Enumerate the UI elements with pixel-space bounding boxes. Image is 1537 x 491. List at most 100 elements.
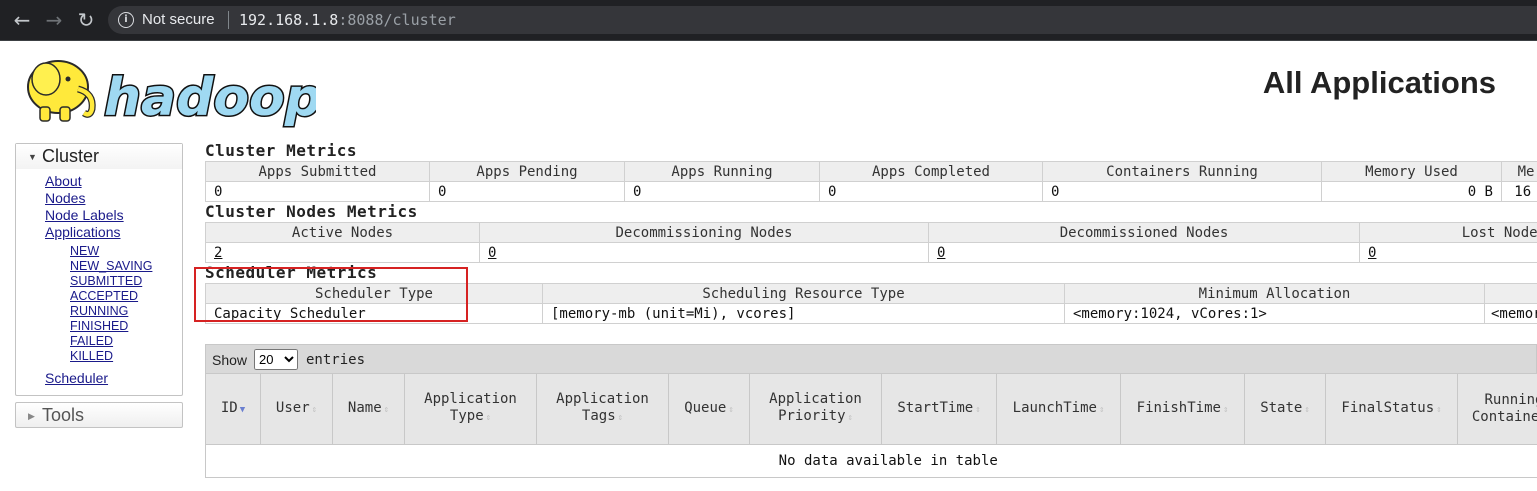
metric-value: <memory:1024, vCores:1> bbox=[1064, 303, 1485, 324]
sidebar-link-state[interactable]: ACCEPTED bbox=[70, 289, 182, 304]
app-state-list: NEW NEW_SAVING SUBMITTED ACCEPTED RUNNIN… bbox=[45, 244, 182, 364]
column-header-launchtime[interactable]: LaunchTime ⇕ bbox=[996, 373, 1121, 445]
sort-icon: ⇕ bbox=[485, 413, 492, 423]
sidebar-link-state[interactable]: KILLED bbox=[70, 349, 182, 364]
metric-value: <memor bbox=[1484, 303, 1537, 324]
sidebar-link-state[interactable]: NEW bbox=[70, 244, 182, 259]
tools-panel[interactable]: ▶ Tools bbox=[15, 402, 183, 428]
decommissioned-nodes-link[interactable]: 0 bbox=[937, 245, 945, 261]
sort-icon: ⇕ bbox=[728, 404, 734, 415]
metric-value: 16 G bbox=[1501, 181, 1537, 202]
arrow-left-icon[interactable]: ← bbox=[10, 8, 34, 32]
metric-value: 0 bbox=[429, 181, 625, 202]
page-title: All Applications bbox=[1262, 65, 1496, 100]
cluster-header[interactable]: ▼ Cluster bbox=[16, 144, 182, 169]
column-header-state[interactable]: State ⇕ bbox=[1244, 373, 1326, 445]
metric-header: Decommissioned Nodes bbox=[928, 222, 1360, 243]
active-nodes-link[interactable]: 2 bbox=[214, 245, 222, 261]
decommissioning-nodes-link[interactable]: 0 bbox=[488, 245, 496, 261]
security-label[interactable]: Not secure bbox=[142, 11, 215, 28]
column-header-queue[interactable]: Queue ⇕ bbox=[668, 373, 750, 445]
sidebar-link-state[interactable]: RUNNING bbox=[70, 304, 182, 319]
nodes-metrics-table: Active Nodes Decommissioning Nodes Decom… bbox=[205, 222, 1537, 263]
metric-cell: 0 bbox=[479, 242, 929, 263]
column-header-finishtime[interactable]: FinishTime ⇕ bbox=[1120, 373, 1245, 445]
empty-table-message: No data available in table bbox=[205, 444, 1537, 478]
sort-icon: ⇕ bbox=[1304, 404, 1310, 415]
entries-select[interactable]: 20 bbox=[254, 349, 298, 370]
url-text[interactable]: 192.168.1.8:8088/cluster bbox=[239, 11, 456, 29]
address-bar[interactable]: i Not secure 192.168.1.8:8088/cluster bbox=[108, 6, 1537, 34]
column-header-application-type[interactable]: Application Type ⇕ bbox=[404, 373, 537, 445]
caret-down-icon: ▼ bbox=[28, 151, 37, 162]
scheduler-metrics-table: Scheduler Type Scheduling Resource Type … bbox=[205, 283, 1537, 324]
entries-label: entries bbox=[306, 352, 366, 368]
sort-icon: ⇕ bbox=[1098, 404, 1105, 415]
table-length-bar: Show 20 entries bbox=[205, 344, 1537, 374]
sort-icon: ⇕ bbox=[1436, 404, 1442, 415]
sidebar-link-state[interactable]: FAILED bbox=[70, 334, 182, 349]
sidebar-link-applications[interactable]: Applications bbox=[45, 224, 182, 241]
sort-icon: ⇕ bbox=[383, 404, 390, 415]
metric-header: Decommissioning Nodes bbox=[479, 222, 929, 243]
metric-header: Active Nodes bbox=[205, 222, 480, 243]
sidebar-link-scheduler[interactable]: Scheduler bbox=[45, 370, 182, 387]
metric-value: 0 bbox=[819, 181, 1043, 202]
metric-header: Scheduling Resource Type bbox=[542, 283, 1065, 304]
metric-header: Memory Used bbox=[1321, 161, 1502, 182]
caret-right-icon: ▶ bbox=[28, 411, 35, 422]
metric-value: [memory-mb (unit=Mi), vcores] bbox=[542, 303, 1065, 324]
metric-header: Me bbox=[1501, 161, 1537, 182]
metric-cell: 2 bbox=[205, 242, 480, 263]
sidebar-link-about[interactable]: About bbox=[45, 173, 182, 190]
column-header-application-tags[interactable]: Application Tags ⇕ bbox=[536, 373, 669, 445]
sidebar-link-state[interactable]: FINISHED bbox=[70, 319, 182, 334]
sort-desc-icon: ▼ bbox=[239, 404, 246, 415]
sort-icon: ⇕ bbox=[617, 413, 624, 423]
metric-header bbox=[1484, 283, 1537, 304]
column-header-id[interactable]: ID ▼ bbox=[205, 373, 261, 445]
column-header-user[interactable]: User ⇕ bbox=[260, 373, 333, 445]
metric-value: 0 B bbox=[1321, 181, 1502, 202]
metric-value: Capacity Scheduler bbox=[205, 303, 543, 324]
nodes-metrics-title: Cluster Nodes Metrics bbox=[205, 202, 418, 221]
column-header-name[interactable]: Name ⇕ bbox=[332, 373, 405, 445]
info-icon[interactable]: i bbox=[118, 12, 134, 28]
metric-header: Minimum Allocation bbox=[1064, 283, 1485, 304]
page: hadoop All Applications ▼ Cluster About N… bbox=[0, 41, 1537, 491]
metric-value: 0 bbox=[624, 181, 820, 202]
column-header-finalstatus[interactable]: FinalStatus ⇕ bbox=[1325, 373, 1458, 445]
metric-header: Apps Submitted bbox=[205, 161, 430, 182]
sort-icon: ⇕ bbox=[1222, 404, 1229, 415]
cluster-metrics-title: Cluster Metrics bbox=[205, 141, 357, 160]
browser-toolbar: ← → ↻ i Not secure 192.168.1.8:8088/clus… bbox=[0, 0, 1537, 41]
metric-cell: 0 bbox=[928, 242, 1360, 263]
divider bbox=[228, 11, 229, 29]
metric-value: 0 bbox=[1042, 181, 1322, 202]
metrics-area: Cluster Metrics Apps Submitted Apps Pend… bbox=[205, 141, 1537, 324]
cluster-metrics-table: Apps Submitted Apps Pending Apps Running… bbox=[205, 161, 1537, 202]
lost-nodes-link[interactable]: 0 bbox=[1368, 245, 1376, 261]
metric-value: 0 bbox=[205, 181, 430, 202]
sort-icon: ⇕ bbox=[975, 404, 981, 415]
column-header-priority[interactable]: Application Priority ⇕ bbox=[749, 373, 882, 445]
scheduler-metrics-title: Scheduler Metrics bbox=[205, 263, 378, 282]
metric-header: Lost Nodes bbox=[1359, 222, 1537, 243]
column-header-starttime[interactable]: StartTime ⇕ bbox=[881, 373, 997, 445]
applications-table: ID ▼ User ⇕ Name ⇕ Application Type ⇕ Applic… bbox=[205, 373, 1537, 478]
metric-header: Scheduler Type bbox=[205, 283, 543, 304]
cluster-panel: ▼ Cluster About Nodes Node Labels Applica… bbox=[15, 143, 183, 396]
sidebar-link-state[interactable]: SUBMITTED bbox=[70, 274, 182, 289]
sidebar-link-nodes[interactable]: Nodes bbox=[45, 190, 182, 207]
sidebar-link-node-labels[interactable]: Node Labels bbox=[45, 207, 182, 224]
column-header-running-containers[interactable]: Running Containers bbox=[1457, 373, 1537, 445]
hadoop-logo[interactable]: hadoop bbox=[16, 49, 316, 129]
show-label: Show bbox=[212, 352, 248, 368]
arrow-right-icon[interactable]: → bbox=[42, 8, 66, 32]
metric-header: Apps Completed bbox=[819, 161, 1043, 182]
sidebar: ▼ Cluster About Nodes Node Labels Applica… bbox=[15, 143, 183, 428]
sort-icon: ⇕ bbox=[311, 404, 318, 415]
reload-icon[interactable]: ↻ bbox=[74, 8, 98, 32]
sidebar-link-state[interactable]: NEW_SAVING bbox=[70, 259, 182, 274]
metric-header: Apps Running bbox=[624, 161, 820, 182]
